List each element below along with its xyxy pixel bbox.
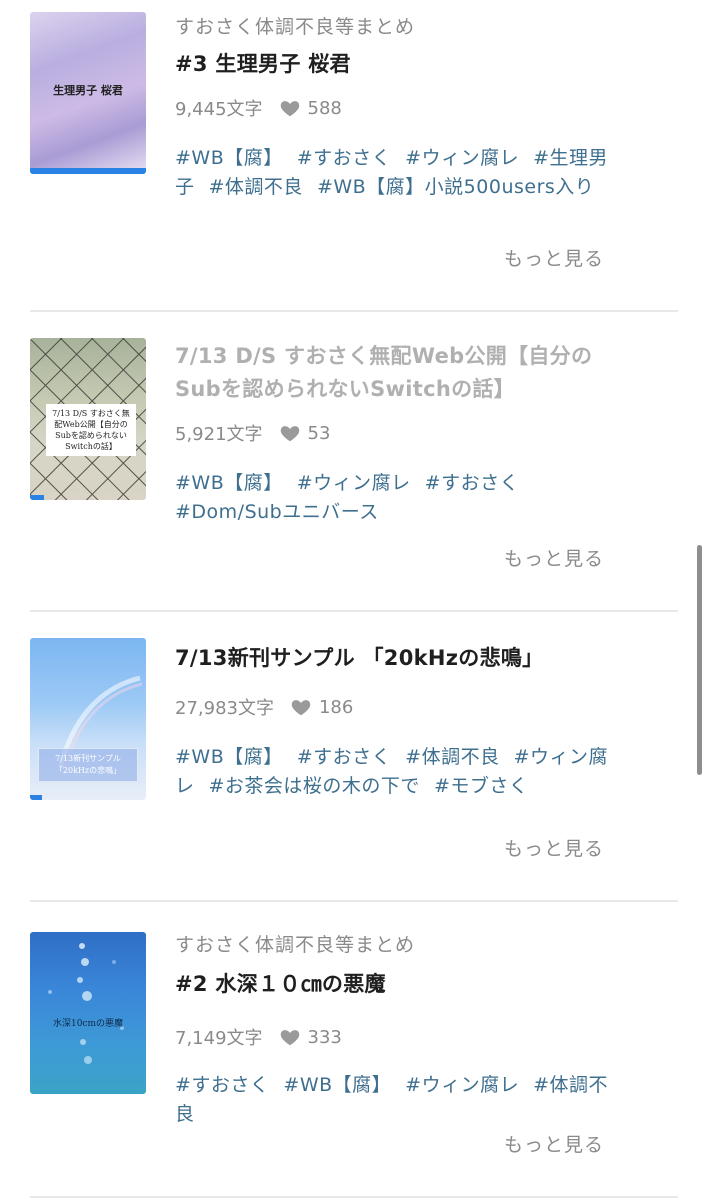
heart-icon[interactable]: [290, 696, 312, 718]
like-count: 186: [318, 696, 354, 718]
tag[interactable]: #WB【腐】: [175, 746, 283, 768]
scrollbar[interactable]: [697, 545, 702, 775]
char-count: 5,921文字: [175, 424, 263, 445]
cover-image[interactable]: 生理男子 桜君: [30, 12, 146, 174]
heart-icon[interactable]: [279, 422, 301, 444]
work-title[interactable]: 7/13新刊サンプル 「20kHzの悲鳴」: [175, 642, 615, 675]
tag[interactable]: #すおさく: [297, 147, 391, 169]
cover-accent-bar: [30, 495, 44, 500]
water-bubbles: [48, 943, 124, 1064]
cover-image[interactable]: 7/13 D/S すおさく無配Web公開【自分のSubを認められないSwitch…: [30, 338, 146, 500]
char-count: 9,445文字: [175, 99, 263, 120]
work-card[interactable]: 水深10cmの悪魔 すおさく体調不良等まとめ #2 水深１０㎝の悪魔 7,149…: [30, 902, 678, 1198]
cover-accent-bar: [30, 795, 42, 800]
char-count: 7,149文字: [175, 1028, 263, 1049]
show-more-button[interactable]: もっと見る: [504, 244, 604, 271]
cover-title: 生理男子 桜君: [53, 84, 123, 97]
series-title[interactable]: すおさく体調不良等まとめ: [175, 14, 615, 40]
novel-feed: 生理男子 桜君 すおさく体調不良等まとめ #3 生理男子 桜君 9,445文字 …: [0, 0, 707, 1200]
tag[interactable]: #ウィン腐レ: [405, 147, 519, 169]
cover-title: 7/13 D/S すおさく無配Web公開【自分のSubを認められないSwitch…: [46, 404, 136, 456]
char-count: 27,983文字: [175, 698, 274, 719]
tag[interactable]: #すおさく: [425, 472, 519, 494]
like-count: 333: [307, 1026, 342, 1048]
work-card[interactable]: 7/13 D/S すおさく無配Web公開【自分のSubを認められないSwitch…: [30, 312, 678, 612]
tag-list: #すおさく #WB【腐】 #ウィン腐レ #体調不良: [175, 1071, 615, 1129]
tag-list: #WB【腐】 #すおさく #ウィン腐レ #生理男子 #体調不良 #WB【腐】小説500us…: [175, 144, 615, 202]
show-more-button[interactable]: もっと見る: [504, 834, 604, 861]
tag[interactable]: #体調不良: [209, 176, 303, 198]
tag[interactable]: #WB【腐】: [283, 1074, 391, 1096]
work-meta: 7,149文字 333: [175, 1023, 615, 1051]
tag[interactable]: #ウィン腐レ: [405, 1074, 519, 1096]
tag[interactable]: #お茶会は桜の木の下で: [209, 775, 420, 797]
show-more-button[interactable]: もっと見る: [504, 1130, 604, 1157]
tag[interactable]: #モブさく: [434, 775, 528, 797]
work-title[interactable]: #2 水深１０㎝の悪魔: [175, 968, 615, 1001]
work-meta: 9,445文字 588: [175, 94, 615, 122]
cover-image[interactable]: 水深10cmの悪魔: [30, 932, 146, 1094]
work-card[interactable]: 7/13新刊サンプル「20kHzの悲鳴」 7/13新刊サンプル 「20kHzの悲…: [30, 612, 678, 902]
tag[interactable]: #WB【腐】: [175, 147, 283, 169]
show-more-button[interactable]: もっと見る: [504, 544, 604, 571]
tag[interactable]: #すおさく: [175, 1074, 269, 1096]
heart-icon[interactable]: [279, 97, 301, 119]
tag-list: #WB【腐】 #すおさく #体調不良 #ウィン腐レ #お茶会は桜の木の下で #モブさく: [175, 743, 615, 801]
cover-image[interactable]: 7/13新刊サンプル「20kHzの悲鳴」: [30, 638, 146, 800]
work-meta: 5,921文字 53: [175, 419, 615, 447]
tag-list: #WB【腐】 #ウィン腐レ #すおさく #Dom/Subユニバース: [175, 469, 615, 527]
work-title[interactable]: #3 生理男子 桜君: [175, 48, 615, 81]
tag[interactable]: #ウィン腐レ: [297, 472, 411, 494]
like-count: 588: [307, 97, 342, 119]
heart-icon[interactable]: [279, 1026, 301, 1048]
tag[interactable]: #体調不良: [405, 746, 499, 768]
tag[interactable]: #WB【腐】小説500users入り: [317, 176, 594, 198]
work-title[interactable]: 7/13 D/S すおさく無配Web公開【自分のSubを認められないSwitch…: [175, 340, 615, 406]
tag[interactable]: #WB【腐】: [175, 472, 283, 494]
tag[interactable]: #すおさく: [297, 746, 391, 768]
like-count: 53: [307, 422, 331, 444]
tag[interactable]: #Dom/Subユニバース: [175, 501, 379, 523]
work-card[interactable]: 生理男子 桜君 すおさく体調不良等まとめ #3 生理男子 桜君 9,445文字 …: [30, 0, 678, 312]
cover-title: 水深10cmの悪魔: [52, 1019, 124, 1029]
cover-title: 7/13新刊サンプル「20kHzの悲鳴」: [38, 748, 138, 782]
work-meta: 27,983文字 186: [175, 693, 615, 721]
series-title[interactable]: すおさく体調不良等まとめ: [175, 932, 615, 958]
cover-accent-bar: [30, 168, 146, 174]
